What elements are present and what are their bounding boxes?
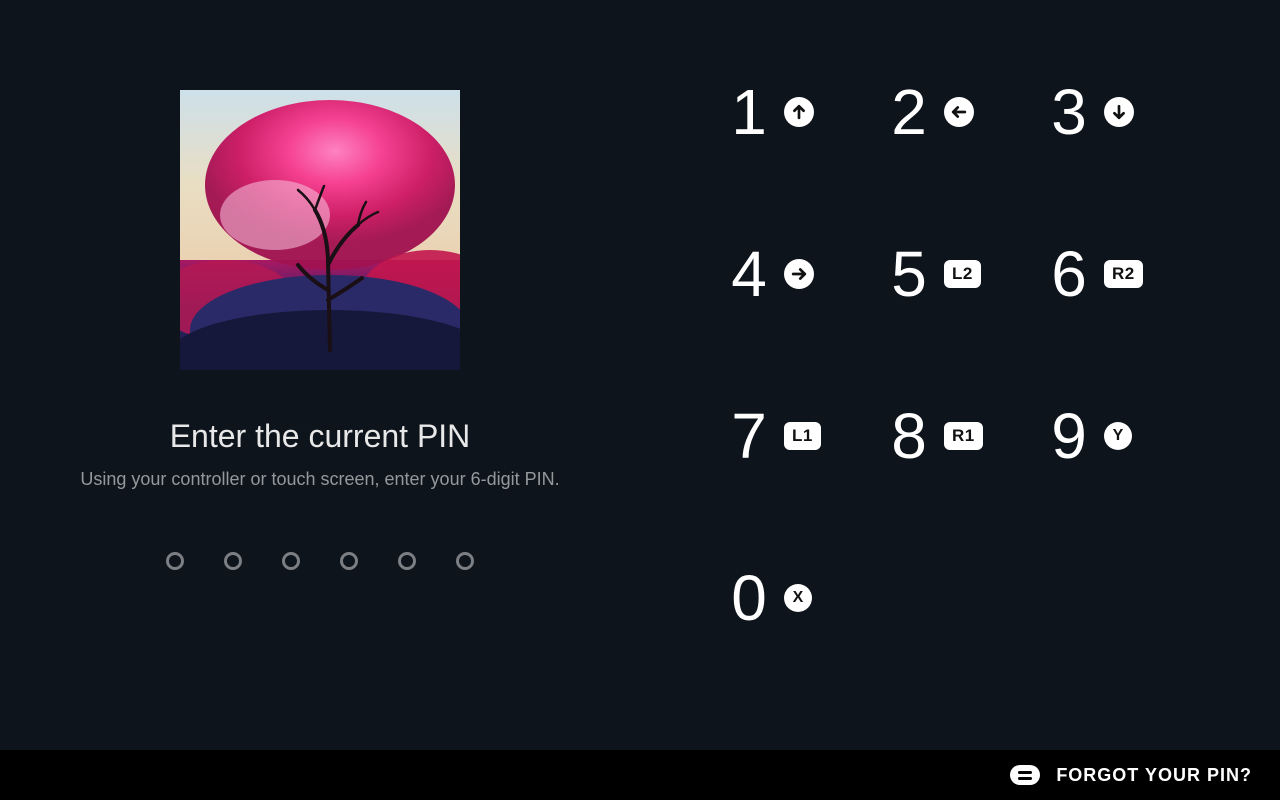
pin-entry-screen: Enter the current PIN Using your control… [0,0,1280,750]
menu-button-icon [1010,765,1040,785]
page-subtitle: Using your controller or touch screen, e… [80,469,559,490]
key-digit: 5 [890,242,928,306]
footer-bar: FORGOT YOUR PIN? [0,750,1280,800]
key-2[interactable]: 2 [890,80,1050,144]
key-digit: 7 [730,404,768,468]
arrow-left-icon [944,97,974,127]
y-button-icon: Y [1104,422,1132,450]
keypad-row: 1 2 3 [730,80,1280,144]
key-digit: 1 [730,80,768,144]
x-button-icon: X [784,584,812,612]
left-pane: Enter the current PIN Using your control… [0,0,640,750]
arrow-right-icon [784,259,814,289]
key-0[interactable]: 0X [730,566,890,630]
key-7[interactable]: 7 L1 [730,404,890,468]
key-1[interactable]: 1 [730,80,890,144]
pin-dot [282,552,300,570]
pin-dot [456,552,474,570]
key-4[interactable]: 4 [730,242,890,306]
forgot-pin-button[interactable]: FORGOT YOUR PIN? [1056,765,1252,786]
pin-dots [166,552,474,570]
key-digit: 6 [1050,242,1088,306]
keypad: 1 2 3 4 5 L2 6 R2 7 L1 8 R1 9Y 0X [640,0,1280,750]
pin-dot [166,552,184,570]
r2-badge: R2 [1104,260,1143,288]
key-digit: 0 [730,566,768,630]
key-digit: 2 [890,80,928,144]
key-digit: 4 [730,242,768,306]
pin-dot [340,552,358,570]
l2-badge: L2 [944,260,981,288]
keypad-row: 4 5 L2 6 R2 [730,242,1280,306]
keypad-row: 0X [730,566,1280,630]
key-digit: 8 [890,404,928,468]
key-5[interactable]: 5 L2 [890,242,1050,306]
key-digit: 3 [1050,80,1088,144]
avatar [180,90,460,370]
arrow-up-icon [784,97,814,127]
pin-dot [398,552,416,570]
keypad-row: 7 L1 8 R1 9Y [730,404,1280,468]
key-9[interactable]: 9Y [1050,404,1210,468]
l1-badge: L1 [784,422,821,450]
key-8[interactable]: 8 R1 [890,404,1050,468]
pin-dot [224,552,242,570]
key-6[interactable]: 6 R2 [1050,242,1210,306]
r1-badge: R1 [944,422,983,450]
page-title: Enter the current PIN [170,418,471,455]
key-digit: 9 [1050,404,1088,468]
arrow-down-icon [1104,97,1134,127]
key-3[interactable]: 3 [1050,80,1210,144]
